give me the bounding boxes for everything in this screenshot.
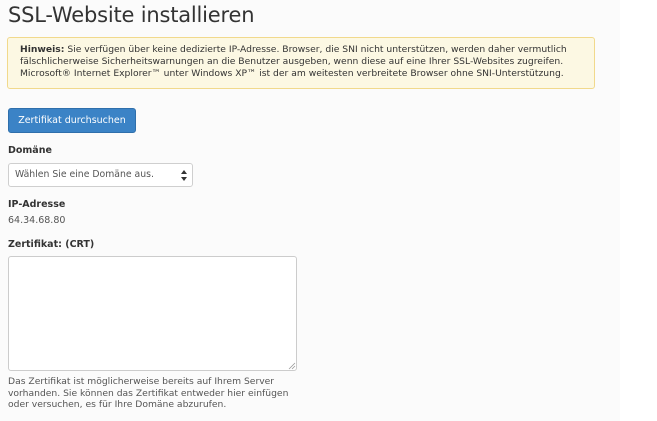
certificate-textarea[interactable] <box>8 256 297 371</box>
domain-select[interactable]: Wählen Sie eine Domäne aus. <box>8 163 193 187</box>
sni-warning-notice: Hinweis: Sie verfügen über keine dedizie… <box>7 37 595 89</box>
page-title: SSL-Website installieren <box>8 3 255 27</box>
certificate-help-text: Das Zertifikat ist möglicherweise bereit… <box>8 376 289 410</box>
resize-grip-icon[interactable] <box>288 362 296 370</box>
ip-address-label: IP-Adresse <box>8 199 66 210</box>
domain-label: Domäne <box>8 145 52 156</box>
ssl-install-panel: SSL-Website installieren Hinweis: Sie ve… <box>0 0 620 421</box>
select-arrows-icon <box>181 170 187 181</box>
certificate-label: Zertifikat: (CRT) <box>8 239 95 250</box>
ip-address-value: 64.34.68.80 <box>8 215 66 226</box>
notice-label: Hinweis: <box>20 44 65 55</box>
browse-certificate-button[interactable]: Zertifikat durchsuchen <box>8 108 136 133</box>
domain-select-value: Wählen Sie eine Domäne aus. <box>15 169 154 180</box>
notice-text: Sie verfügen über keine dedizierte IP-Ad… <box>20 44 567 79</box>
